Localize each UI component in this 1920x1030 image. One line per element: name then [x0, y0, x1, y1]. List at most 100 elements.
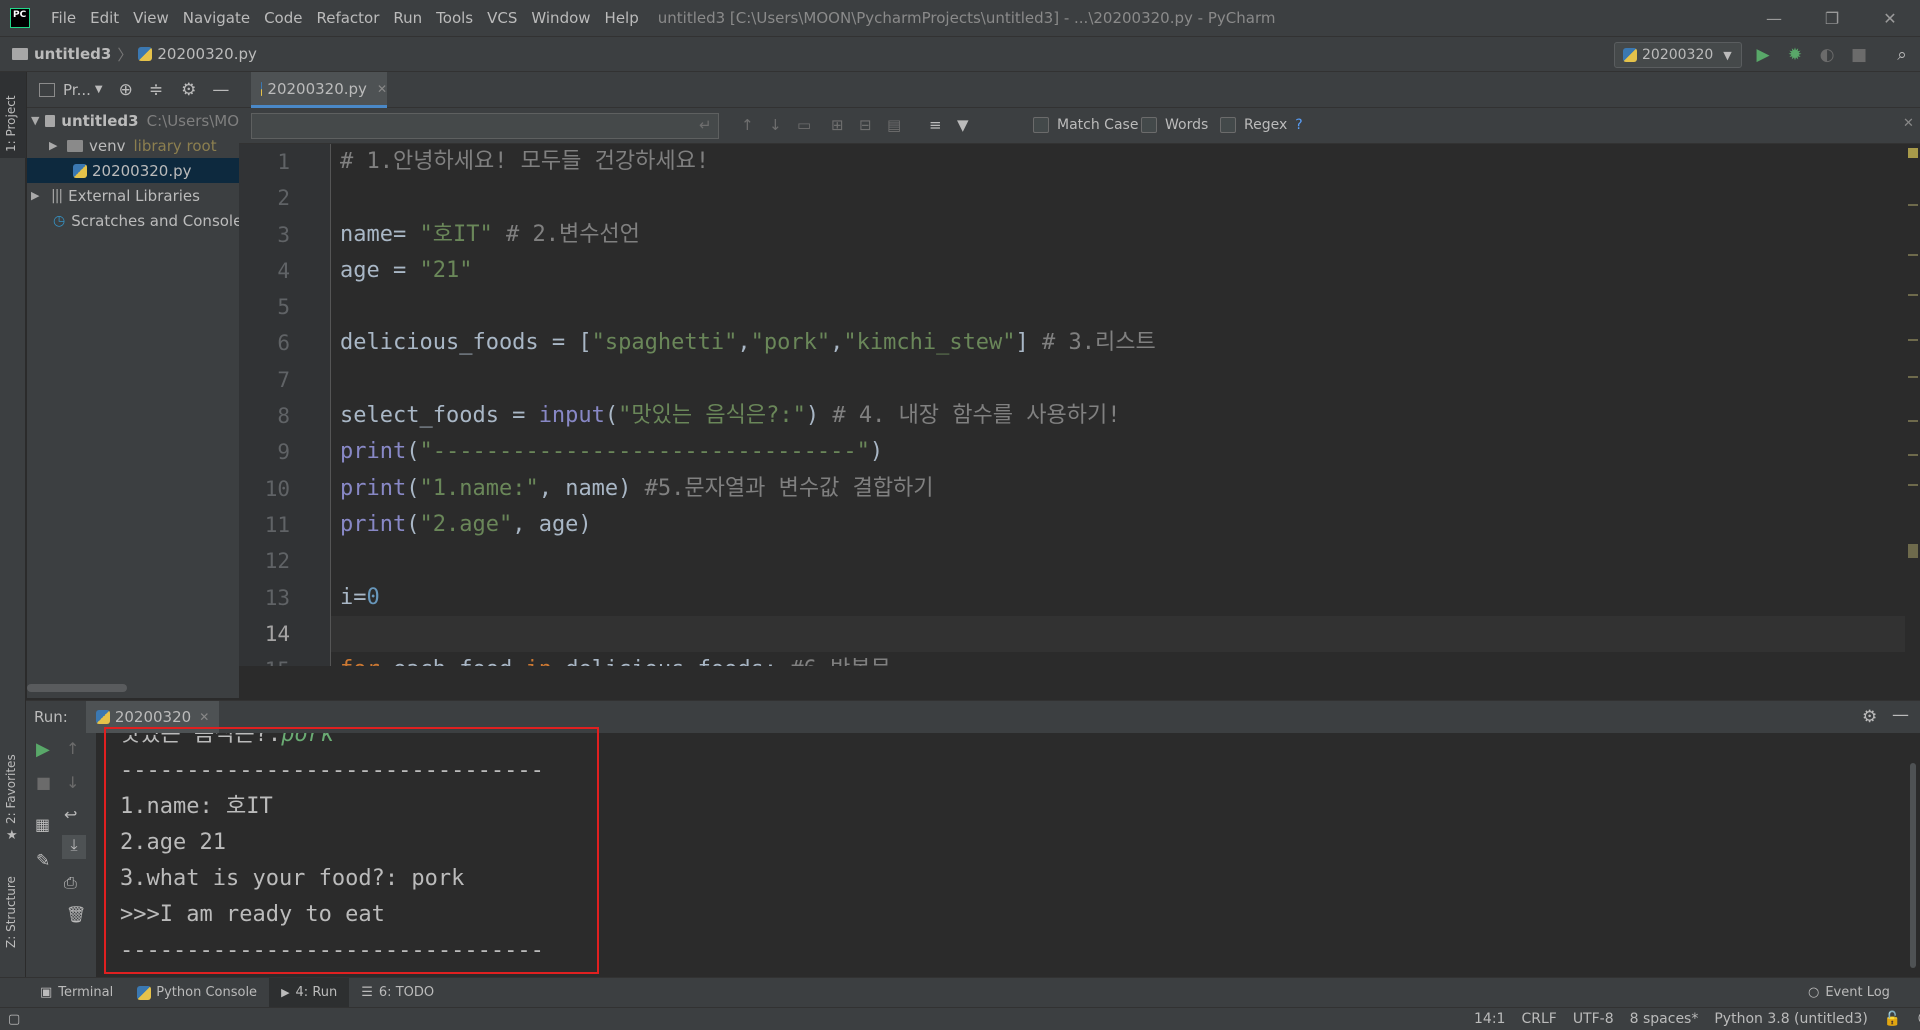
match-case-checkbox[interactable]: Match Case — [1033, 117, 1138, 133]
code-line[interactable]: # 1.안녕하세요! 모두들 건강하세요! — [331, 144, 1905, 180]
event-log-tab[interactable]: ○ Event Log — [1796, 978, 1902, 1008]
select-all-icon[interactable]: ▤ — [887, 116, 901, 134]
stop-icon[interactable]: ■ — [1849, 45, 1869, 65]
stop-icon[interactable]: ■ — [36, 773, 51, 792]
filter-icon[interactable]: ▼ — [957, 116, 969, 134]
debug-icon[interactable]: ✹ — [1785, 45, 1805, 65]
tree-item-project-root[interactable]: ▼ untitled3 C:\Users\MO — [27, 108, 239, 133]
code-line[interactable]: i=0 — [331, 580, 1905, 616]
remove-selection-icon[interactable]: ⊟ — [859, 116, 872, 134]
menu-refactor[interactable]: Refactor — [309, 9, 386, 27]
soft-wrap-icon[interactable]: ↩ — [64, 805, 77, 824]
next-occurrence-icon[interactable]: ↓ — [769, 116, 782, 134]
run-tab[interactable]: 20200320 ✕ — [85, 700, 220, 734]
warning-marker[interactable] — [1908, 420, 1918, 422]
line-separator[interactable]: CRLF — [1513, 1011, 1564, 1027]
scroll-to-end-icon[interactable]: ⤓ — [62, 835, 86, 859]
inspection-status-icon[interactable] — [1908, 148, 1918, 158]
menu-view[interactable]: View — [126, 9, 176, 27]
rerun-icon[interactable]: ▶ — [36, 739, 50, 760]
tree-item-scratches[interactable]: ◷ Scratches and Consoles — [27, 208, 239, 233]
warning-marker[interactable] — [1908, 204, 1918, 206]
checkbox-box[interactable] — [1141, 117, 1157, 133]
run-console[interactable]: 맛있는 음식은?:pork --------------------------… — [96, 733, 1905, 977]
up-icon[interactable]: ↑ — [66, 739, 79, 758]
code-line[interactable]: print("--------------------------------"… — [331, 434, 1905, 470]
menu-navigate[interactable]: Navigate — [176, 9, 257, 27]
lock-icon[interactable]: 🔓 — [1876, 1011, 1909, 1027]
print-icon[interactable]: ⎙ — [64, 873, 77, 893]
indentation[interactable]: 8 spaces* — [1622, 1011, 1707, 1027]
code-line[interactable]: select_foods = input("맛있는 음식은?:") # 4. 내… — [331, 398, 1905, 434]
code-line[interactable] — [331, 180, 1905, 216]
checkbox-box[interactable] — [1220, 117, 1236, 133]
close-tab-icon[interactable]: ✕ — [199, 710, 209, 724]
todo-tab[interactable]: ☰ 6: TODO — [349, 978, 446, 1008]
console-scrollbar-thumb[interactable] — [1910, 763, 1916, 968]
add-selection-icon[interactable]: ⊞ — [831, 116, 844, 134]
project-view-select[interactable]: Pr... — [63, 81, 91, 99]
expand-arrow-icon[interactable]: ▶ — [49, 139, 61, 152]
breadcrumb-file[interactable]: 20200320.py — [138, 45, 257, 63]
file-encoding[interactable]: UTF-8 — [1565, 1011, 1622, 1027]
expand-arrow-icon[interactable]: ▶ — [31, 189, 43, 202]
close-find-bar-icon[interactable]: ✕ — [1903, 116, 1914, 131]
select-all-occurrences-icon[interactable]: ▭ — [797, 116, 811, 134]
horizontal-scrollbar[interactable] — [27, 684, 127, 692]
menu-window[interactable]: Window — [524, 9, 597, 27]
warning-marker[interactable] — [1908, 339, 1918, 341]
code-line-current[interactable] — [331, 615, 1905, 653]
dropdown-arrow-icon[interactable]: ▼ — [95, 84, 103, 95]
minimize-button[interactable]: — — [1745, 0, 1803, 36]
menu-tools[interactable]: Tools — [429, 9, 480, 27]
warning-marker[interactable] — [1908, 484, 1918, 486]
close-window-button[interactable]: ✕ — [1861, 0, 1919, 36]
regex-checkbox[interactable]: Regex ? — [1220, 117, 1303, 133]
code-line[interactable]: age = "21" — [331, 253, 1905, 289]
inspector-icon[interactable]: ☺ — [1909, 1011, 1920, 1027]
close-tab-icon[interactable]: ✕ — [377, 82, 387, 96]
collapse-all-icon[interactable]: ≑ — [149, 80, 163, 100]
restore-button[interactable]: ❐ — [1803, 0, 1861, 36]
warning-marker[interactable] — [1908, 454, 1918, 456]
run-icon[interactable]: ▶ — [1753, 45, 1773, 65]
code-line[interactable]: print("1.name:", name) #5.문자열과 변수값 결합하기 — [331, 471, 1905, 507]
menu-vcs[interactable]: VCS — [480, 9, 524, 27]
tree-item-venv[interactable]: ▶ venv library root — [27, 133, 239, 158]
filter-lines-icon[interactable]: ≡ — [929, 116, 942, 134]
tree-item-file[interactable]: 20200320.py — [27, 158, 239, 183]
run-tool-tab[interactable]: ▶ 4: Run — [269, 977, 350, 1008]
layout-icon[interactable]: ▦ — [35, 815, 50, 834]
hide-icon[interactable]: — — [212, 80, 229, 100]
search-everywhere-icon[interactable]: ⌕ — [1892, 45, 1912, 65]
previous-occurrence-icon[interactable]: ↑ — [741, 116, 754, 134]
menu-file[interactable]: File — [44, 9, 83, 27]
menu-code[interactable]: Code — [257, 9, 309, 27]
tree-item-external-libraries[interactable]: ▶ ||| External Libraries — [27, 183, 239, 208]
code-line[interactable]: for each_food in delicious_foods: #6.반복문 — [331, 652, 1905, 666]
code-line[interactable]: print("2.age", age) — [331, 507, 1905, 543]
python-console-tab[interactable]: Python Console — [125, 978, 269, 1008]
code-line[interactable]: delicious_foods = ["spaghetti","pork","k… — [331, 325, 1905, 361]
hide-icon[interactable]: — — [1892, 705, 1909, 725]
code-line[interactable]: name= "호IT" # 2.변수선언 — [331, 217, 1905, 253]
regex-help-link[interactable]: ? — [1295, 117, 1302, 133]
warning-marker[interactable] — [1908, 544, 1918, 558]
caret-position[interactable]: 14:1 — [1466, 1011, 1513, 1027]
warning-marker[interactable] — [1908, 254, 1918, 256]
gear-icon[interactable]: ⚙ — [1862, 707, 1877, 727]
warning-marker[interactable] — [1908, 294, 1918, 296]
menu-edit[interactable]: Edit — [83, 9, 126, 27]
toggle-tool-windows-icon[interactable]: ▢ — [8, 1012, 20, 1027]
warning-marker[interactable] — [1908, 376, 1918, 378]
code-editor[interactable]: # 1.안녕하세요! 모두들 건강하세요! name= "호IT" # 2.변수… — [331, 144, 1905, 666]
words-checkbox[interactable]: Words — [1141, 117, 1208, 133]
code-line[interactable] — [331, 289, 1905, 325]
trash-icon[interactable]: 🗑 — [66, 905, 86, 924]
search-history-icon[interactable]: ↵ — [699, 116, 712, 134]
menu-run[interactable]: Run — [386, 9, 429, 27]
structure-tool-tab[interactable]: Z: Structure — [0, 862, 26, 962]
terminal-tab[interactable]: ▣ Terminal — [28, 978, 125, 1008]
console-scrollbar[interactable] — [1905, 733, 1920, 977]
expand-arrow-icon[interactable]: ▼ — [31, 114, 39, 127]
